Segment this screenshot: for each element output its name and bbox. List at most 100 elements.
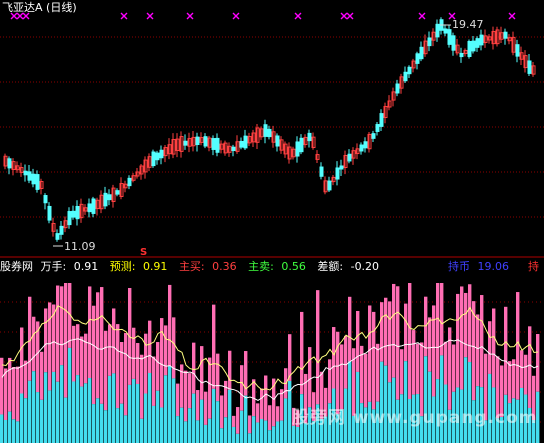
volume-bar-buy (20, 327, 24, 394)
volume-bar-sell (120, 403, 124, 443)
candlestick (195, 136, 200, 146)
volume-bar-buy (232, 415, 236, 427)
low-price-label: 11.09 (64, 240, 96, 254)
volume-bar-buy (188, 373, 192, 409)
volume-bar-sell (172, 378, 176, 443)
volume-bar-sell (276, 421, 280, 443)
candlestick (7, 158, 12, 169)
signal-cross-icon (346, 12, 354, 20)
volume-bar-buy (8, 357, 12, 412)
volume-bar-sell (196, 420, 200, 443)
volume-bar-sell (156, 390, 160, 443)
volume-bar-sell (100, 403, 104, 443)
volume-bar-buy (328, 359, 332, 404)
volume-bar-buy (0, 357, 4, 415)
candlestick (215, 137, 220, 153)
volume-bar-buy (152, 356, 156, 406)
chart-title: 飞亚达A (日线) (2, 1, 77, 14)
candlestick (347, 153, 352, 162)
volume-bar-sell (204, 424, 208, 443)
candlestick (327, 180, 332, 191)
watermark: 股旁网 www.gupang.com (292, 408, 538, 428)
volume-bar-buy (508, 361, 512, 404)
indicator-main-sell-label: 主卖: (248, 260, 274, 273)
indicator-diff: 差额: -0.20 (317, 260, 383, 273)
volume-bar-sell (48, 390, 52, 443)
candlestick-chart[interactable] (0, 0, 544, 258)
indicator-source: 股券网 (0, 260, 33, 273)
candlestick (471, 40, 476, 52)
volume-bar-sell (112, 373, 116, 443)
indicator-wanshou-label: 万手: (40, 260, 67, 273)
volume-bar-sell (268, 430, 272, 443)
volume-bar-buy (216, 353, 220, 402)
volume-bar-buy (464, 292, 468, 358)
volume-bar-buy (104, 330, 108, 411)
candlestick (447, 29, 452, 45)
volume-bar-buy (492, 308, 496, 388)
volume-bar-sell (200, 399, 204, 443)
volume-bar-sell (236, 433, 240, 443)
volume-bar-sell (184, 421, 188, 443)
candlestick (31, 173, 36, 185)
volume-bar-buy (452, 344, 456, 392)
candlestick (159, 149, 164, 159)
candlestick (395, 83, 400, 94)
volume-bar-buy (488, 321, 492, 374)
volume-bar-sell (44, 372, 48, 443)
volume-bar-sell (68, 347, 72, 443)
volume-bar-sell (56, 381, 60, 443)
volume-bar-sell (28, 380, 32, 443)
candlestick (27, 171, 32, 181)
candlestick (43, 195, 48, 204)
volume-bar-sell (424, 356, 428, 443)
signal-cross-icon (146, 12, 154, 20)
sell-signal-text: S (140, 247, 148, 258)
volume-bar-sell (284, 398, 288, 443)
volume-bar-buy (196, 390, 200, 421)
volume-bar-buy (240, 365, 244, 411)
volume-bar-sell (32, 371, 36, 443)
volume-bar-buy (416, 343, 420, 395)
candlestick (479, 34, 484, 46)
volume-bar-buy (124, 333, 128, 416)
candlestick (371, 133, 376, 139)
volume-bar-buy (88, 286, 92, 379)
period-label: (日线) (46, 1, 77, 14)
volume-bar-buy (4, 368, 8, 420)
volume-bar-sell (260, 418, 264, 443)
candlestick (375, 124, 380, 132)
volume-bar-buy (300, 311, 304, 395)
volume-bar-buy (408, 283, 412, 400)
indicator-forecast-label: 预测: (109, 260, 136, 273)
volume-bar-buy (108, 324, 112, 376)
candlestick (35, 174, 40, 190)
indicator-forecast: 预测: 0.91 (110, 260, 172, 273)
volume-bar-buy (148, 320, 152, 373)
indicator-wanshou-value: 0.91 (73, 260, 99, 273)
volume-bar-sell (104, 410, 108, 443)
candlestick (363, 141, 368, 149)
volume-bar-sell (224, 417, 228, 443)
volume-bar-buy (376, 343, 380, 402)
candlestick (403, 71, 408, 82)
volume-bar-buy (348, 296, 352, 362)
volume-bar-sell (180, 407, 184, 443)
volume-bar-sell (264, 420, 268, 443)
volume-bar-buy (388, 301, 392, 383)
indicator-hold-label: 持币 (448, 260, 470, 273)
volume-bar-buy (356, 310, 360, 372)
volume-bar-sell (220, 428, 224, 443)
indicator-diff-label: 差额: (317, 260, 344, 273)
candlestick-panel[interactable] (0, 0, 544, 258)
volume-bar-buy (16, 366, 20, 422)
volume-bar-buy (256, 403, 260, 423)
low-price-value: 11.09 (64, 240, 96, 253)
signal-cross-icon (120, 12, 128, 20)
candlestick (515, 44, 520, 57)
candlestick (183, 140, 188, 146)
volume-bar-sell (92, 404, 96, 443)
volume-bar-sell (244, 395, 248, 443)
indicator-wanshou: 万手: 0.91 (41, 260, 103, 273)
indicator-main-buy-label: 主买: (178, 260, 205, 273)
